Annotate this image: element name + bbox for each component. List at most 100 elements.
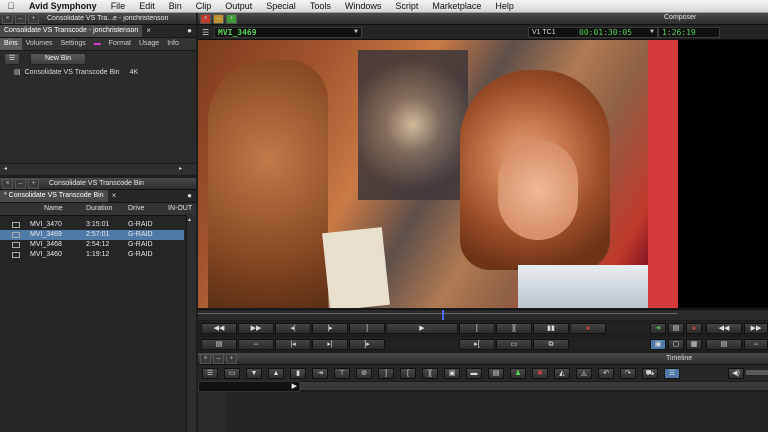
menu-script[interactable]: Script [388, 1, 425, 11]
timeline-menu-icon[interactable]: ☰ [202, 368, 218, 379]
zoom-icon[interactable]: + [226, 13, 237, 24]
source-record-toggle-icon[interactable]: ▣ [650, 339, 666, 350]
col-drive[interactable]: Drive [128, 203, 168, 215]
minimize-icon[interactable]: – [213, 354, 224, 364]
extract-icon[interactable]: ⧉ [533, 339, 569, 350]
effect-icon[interactable]: ✱ [532, 368, 548, 379]
timeline-tracks-area[interactable] [226, 392, 768, 432]
tab-menu-icon[interactable]: ● [187, 25, 192, 37]
duration-display[interactable]: 1:26:19 [658, 27, 720, 38]
bracket-right-icon[interactable]: ] [378, 368, 394, 379]
close-icon[interactable]: × [200, 354, 211, 364]
speaker-icon[interactable]: ◀) [728, 368, 744, 379]
timeline-timecode-box[interactable]: ▶ [198, 381, 300, 392]
tab-format[interactable]: Format [105, 38, 135, 50]
tab-bins[interactable]: Bins [0, 38, 22, 50]
segment-icon[interactable]: ⇥ [312, 368, 328, 379]
bin-tab-close-icon[interactable]: × [112, 190, 117, 202]
horizontal-scrollbar[interactable]: ◂ ▸ [0, 163, 196, 174]
trim-icon[interactable]: ▮ [290, 368, 306, 379]
undo-icon[interactable]: ↶ [598, 368, 614, 379]
toggle-monitor-icon[interactable]: ▢ [668, 339, 684, 350]
bracket-left-icon[interactable]: [ [400, 368, 416, 379]
down-arrow-icon[interactable]: ▼ [246, 368, 262, 379]
tab-usage[interactable]: Usage [135, 38, 163, 50]
composer-menu-icon[interactable]: ☰ [202, 28, 209, 37]
toggle-source-icon[interactable]: ▭ [224, 368, 240, 379]
volume-slider[interactable] [746, 370, 768, 375]
close-icon[interactable]: × [200, 13, 211, 24]
mark-in-icon[interactable]: [ [459, 323, 495, 334]
fast-forward-icon[interactable]: ▶▶ [238, 323, 274, 334]
tab-settings[interactable]: Settings [56, 38, 89, 50]
col-duration[interactable]: Duration [86, 203, 128, 215]
record-match-icon[interactable]: ⇔ [744, 339, 768, 350]
menu-edit[interactable]: Edit [132, 1, 162, 11]
go-to-mark-in-icon[interactable]: ▸[ [459, 339, 495, 350]
mark-clip-icon[interactable]: ][ [496, 323, 532, 334]
lift-icon[interactable]: ▭ [496, 339, 532, 350]
bin-menu-icon[interactable]: ☰ [4, 53, 20, 65]
record-settings-icon[interactable]: ▤ [706, 339, 742, 350]
zoom-icon[interactable]: + [28, 13, 39, 24]
table-row[interactable]: MVI_3460 1:19:12 G-RAID [0, 250, 196, 260]
clear-marks-icon[interactable]: ▣ [444, 368, 460, 379]
video-monitor[interactable] [198, 40, 678, 308]
close-icon[interactable]: × [2, 178, 13, 189]
close-icon[interactable]: × [2, 13, 13, 24]
position-bar[interactable] [198, 309, 768, 320]
timeline-view-icon[interactable]: ☰ [664, 368, 680, 379]
tab-info[interactable]: Info [163, 38, 183, 50]
minimize-icon[interactable]: – [15, 13, 26, 24]
top-icon[interactable]: ⊤ [334, 368, 350, 379]
zoom-icon[interactable]: + [226, 354, 237, 364]
go-to-out-icon[interactable]: ▸| [312, 339, 348, 350]
add-edit-icon[interactable]: ♟ [510, 368, 526, 379]
source-settings-icon[interactable]: ▤ [201, 339, 237, 350]
apple-icon[interactable]:  [0, 1, 22, 11]
scroll-up-icon[interactable]: ▴ [188, 216, 191, 223]
playhead[interactable] [442, 310, 444, 320]
project-doc-tab[interactable]: Consolidate VS Transcode - jonchristenso… [0, 25, 143, 37]
col-name[interactable]: Name [0, 203, 86, 215]
menu-file[interactable]: File [104, 1, 133, 11]
scroll-right-icon[interactable]: ▸ [179, 165, 182, 172]
timecode-display[interactable]: V1 TC1 00:01:30:05 ▼ [528, 27, 658, 38]
zoom-icon[interactable]: + [28, 178, 39, 189]
menu-marketplace[interactable]: Marketplace [425, 1, 488, 11]
quad-split-icon[interactable]: ▦ [686, 339, 702, 350]
mark-out-icon[interactable]: ] [349, 323, 385, 334]
overwrite-icon[interactable]: ▤ [668, 323, 684, 334]
lift-icon[interactable]: ▬ [466, 368, 482, 379]
rewind-icon-2[interactable]: ◀◀ [706, 323, 742, 334]
table-row[interactable]: MVI_3470 3:15:01 G-RAID [0, 220, 196, 230]
audio-keyframe-icon[interactable]: ◭ [554, 368, 570, 379]
menu-windows[interactable]: Windows [338, 1, 389, 11]
doc-tab-close-icon[interactable]: × [146, 25, 151, 37]
go-to-in-icon[interactable]: |◂ [275, 339, 311, 350]
timeline-play-icon[interactable]: ▶ [292, 382, 297, 391]
no-entry-icon[interactable]: ⊘ [356, 368, 372, 379]
render-icon[interactable]: ⛟ [642, 368, 658, 379]
menu-clip[interactable]: Clip [189, 1, 219, 11]
table-row-selected[interactable]: MVI_3469 2:57:01 G-RAID [0, 230, 184, 240]
new-bin-button[interactable]: New Bin [30, 53, 86, 65]
rewind-icon[interactable]: ◀◀ [201, 323, 237, 334]
extract-icon[interactable]: ▤ [488, 368, 504, 379]
clip-name-menu[interactable]: MVI_3469 ▼ [214, 27, 362, 38]
table-row[interactable]: MVI_3468 2:54:12 G-RAID [0, 240, 196, 250]
tab-format-icon[interactable]: ▬ [90, 38, 105, 50]
fast-forward-icon-2[interactable]: ▶▶ [744, 323, 768, 334]
match-frame-icon[interactable]: ⇔ [238, 339, 274, 350]
menu-help[interactable]: Help [488, 1, 521, 11]
clear-marks-icon[interactable]: ▮▮ [533, 323, 569, 334]
bin-tab[interactable]: * Consolidate VS Transcode Bin [0, 190, 108, 202]
play-icon[interactable]: ▶ [386, 323, 458, 334]
redo-icon[interactable]: ↷ [620, 368, 636, 379]
splice-icon[interactable]: ➜ [650, 323, 666, 334]
vertical-scrollbar[interactable]: ▴ [186, 214, 196, 432]
scroll-left-icon[interactable]: ◂ [4, 165, 7, 172]
step-back-icon[interactable]: ◂| [275, 323, 311, 334]
record-icon[interactable]: ● [686, 323, 702, 334]
audio-mix-icon[interactable]: ◬ [576, 368, 592, 379]
